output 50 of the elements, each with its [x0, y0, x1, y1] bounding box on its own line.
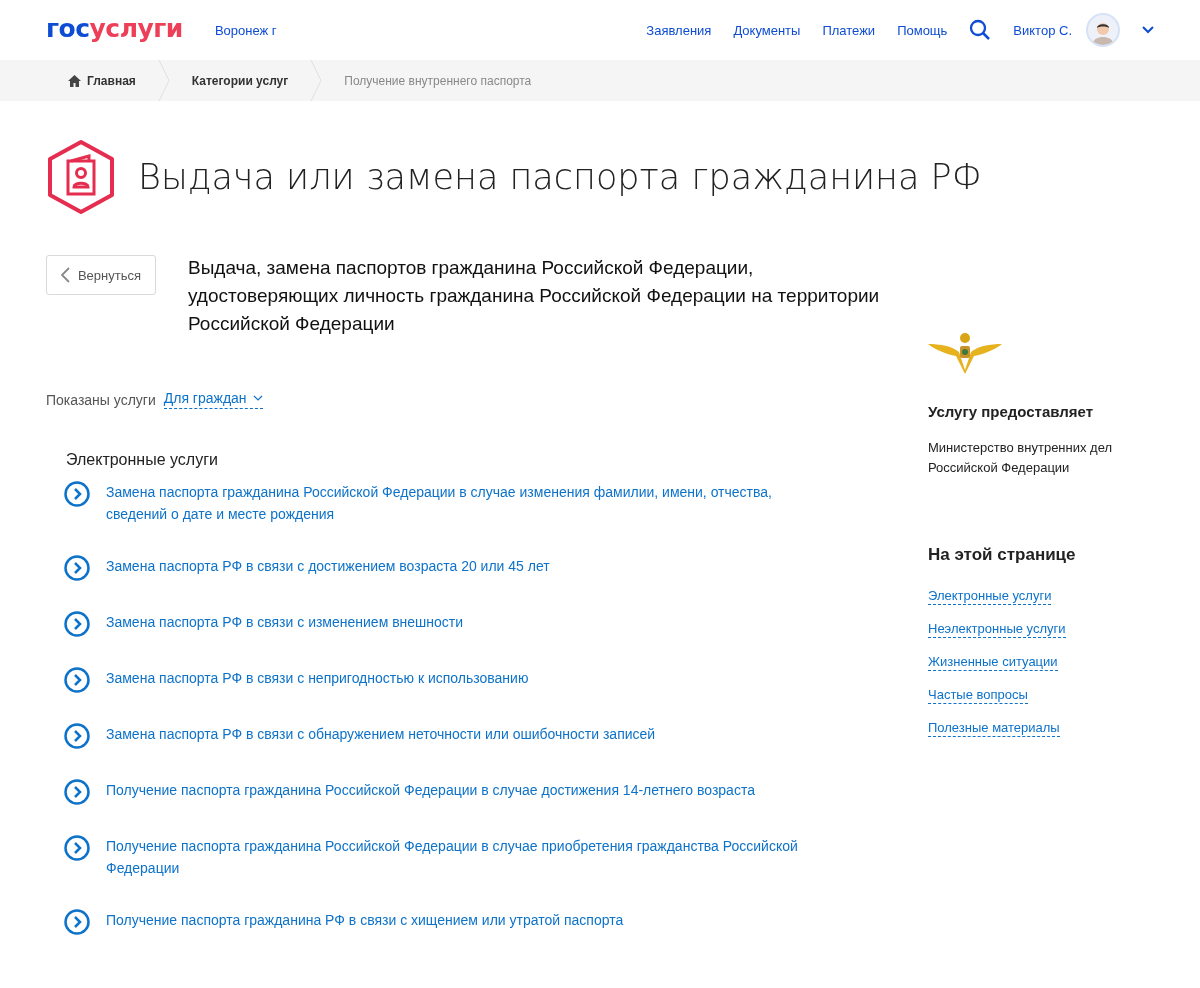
service-link[interactable]: Замена паспорта РФ в связи с достижением возраста 20 или 45 лет [106, 555, 826, 577]
search-icon[interactable] [969, 19, 992, 41]
breadcrumb-link[interactable]: Получение внутреннего паспорта [322, 73, 554, 88]
service-link[interactable]: Замена паспорта гражданина Российской Федерации в случае изменения фамилии, имени, отчества, сведений о дате и месте рождения [106, 481, 826, 525]
passport-icon [46, 139, 116, 215]
logo[interactable]: госуслуги [46, 13, 183, 43]
chevron-circle-icon [64, 555, 90, 581]
toc-link[interactable]: Жизненные ситуации [928, 653, 1058, 671]
section-title: Электронные услуги [66, 451, 219, 469]
service-link[interactable]: Замена паспорта РФ в связи с обнаружением неточности или ошибочности записей [106, 723, 826, 745]
chevron-circle-icon [64, 667, 90, 693]
chevron-left-icon [60, 267, 70, 283]
nav-link[interactable]: Документы [733, 22, 801, 38]
provider-name: Министерство внутренних дел Российской Федерации [928, 439, 1114, 477]
nav-link[interactable]: Платежи [822, 22, 876, 38]
service-title: Выдача, замена паспортов гражданина Российской Федерации, удостоверяющих личность гражданина Российской Федерации на территории Российской Федерации [188, 256, 881, 336]
provider-heading: Услугу предоставляет [928, 403, 1095, 420]
toc-heading: На этой странице [928, 545, 1077, 565]
breadcrumb-separator [310, 60, 323, 101]
page-title: Выдача или замена паспорта гражданина РФ [138, 157, 982, 197]
caret-icon [252, 395, 263, 401]
breadcrumb-link[interactable]: Категории услуг [169, 73, 311, 88]
filter-label: Показаны услуги [46, 391, 156, 408]
filter-dropdown[interactable]: Для граждан [163, 390, 263, 409]
service-link[interactable]: Получение паспорта гражданина РФ в связи с хищением или утратой паспорта [106, 909, 826, 931]
chevron-circle-icon [64, 835, 90, 861]
chevron-circle-icon [64, 481, 90, 507]
caret-icon[interactable] [1142, 26, 1154, 34]
service-link[interactable]: Получение паспорта гражданина Российской Федерации в случае достижения 14-летнего возраста [106, 779, 826, 801]
user-name[interactable]: Виктор С. [1013, 22, 1072, 38]
nav-link[interactable]: Помощь [897, 22, 948, 38]
region-link[interactable]: Воронеж г [214, 22, 277, 38]
chevron-circle-icon [64, 723, 90, 749]
service-link[interactable]: Получение паспорта гражданина Российской Федерации в случае приобретения гражданства Российской Федерации [106, 835, 826, 879]
toc-link[interactable]: Полезные материалы [928, 719, 1060, 737]
chevron-circle-icon [64, 909, 90, 935]
service-link[interactable]: Замена паспорта РФ в связи с непригодностью к использованию [106, 667, 826, 689]
breadcrumb-link[interactable]: Главная [46, 73, 158, 88]
home-icon [68, 74, 81, 87]
chevron-circle-icon [64, 779, 90, 805]
nav-link[interactable]: Заявления [646, 22, 712, 38]
toc-link[interactable]: Частые вопросы [928, 686, 1028, 704]
emblem-icon [928, 330, 1002, 376]
chevron-circle-icon [64, 611, 90, 637]
toc-link[interactable]: Неэлектронные услуги [928, 620, 1066, 638]
breadcrumb-separator [157, 60, 170, 101]
back-button[interactable]: Вернуться [46, 255, 156, 295]
avatar-button[interactable] [1086, 13, 1120, 47]
service-link[interactable]: Замена паспорта РФ в связи с изменением внешности [106, 611, 826, 633]
toc-link[interactable]: Электронные услуги [928, 587, 1052, 605]
